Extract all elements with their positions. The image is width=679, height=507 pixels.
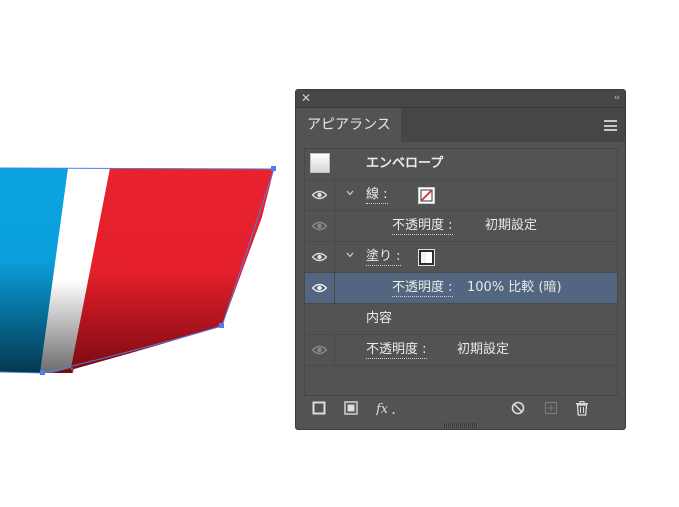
opacity-value: 初期設定 — [485, 218, 538, 233]
add-stroke-icon[interactable] — [312, 401, 326, 415]
appearance-list: エンベロープ 線 : 不透明度 : 初期設定 塗り: 不透明度: 100% … — [304, 148, 618, 396]
eye-icon[interactable] — [312, 345, 327, 355]
close-icon[interactable]: ✕ — [301, 91, 311, 105]
content-opacity-label[interactable]: 不透明度 : — [366, 342, 427, 359]
anchor-point[interactable] — [219, 323, 224, 328]
panel-titlebar[interactable]: ✕ ‹‹ — [296, 90, 625, 108]
envelope-thumbnail — [310, 153, 330, 173]
fill-opacity-value: 100% 比較 (暗) — [467, 280, 562, 295]
envelope-label: エンベロープ — [366, 156, 444, 171]
stroke-label[interactable]: 線 : — [366, 187, 388, 204]
fill-row[interactable]: 塗り : — [305, 242, 617, 273]
fill-label[interactable]: 塗り : — [366, 249, 401, 266]
content-opacity-row[interactable]: 不透明度 : 初期設定 — [305, 335, 617, 366]
chevron-down-icon[interactable] — [345, 188, 355, 198]
eye-icon[interactable] — [312, 190, 327, 200]
fill-opacity-row[interactable]: 不透明度 : 100% 比較 (暗) — [305, 273, 617, 304]
duplicate-item-icon — [545, 402, 557, 414]
appearance-panel: ✕ ‹‹ アピアランス エンベロープ 線 : 不透明度: 初期設定 塗り: … — [295, 89, 626, 430]
add-fill-icon[interactable] — [344, 401, 358, 415]
tab-appearance[interactable]: アピアランス — [296, 108, 401, 142]
resize-grip[interactable] — [444, 423, 478, 428]
panel-menu-icon[interactable] — [604, 120, 617, 131]
stroke-swatch[interactable] — [418, 187, 435, 204]
fill-swatch[interactable] — [418, 249, 435, 266]
eye-icon[interactable] — [312, 221, 327, 231]
clear-appearance-icon[interactable] — [511, 401, 525, 415]
panel-tabstrip: アピアランス — [296, 108, 625, 142]
chevron-down-icon[interactable] — [345, 250, 355, 260]
contents-label: 内容 — [366, 311, 393, 326]
collapse-icon[interactable]: ‹‹ — [614, 91, 620, 105]
eye-icon[interactable] — [312, 283, 327, 293]
stroke-opacity-row[interactable]: 不透明度 : 初期設定 — [305, 211, 617, 242]
fx-icon[interactable]: fx — [376, 401, 396, 417]
envelope-row[interactable]: エンベロープ — [305, 149, 617, 180]
opacity-label[interactable]: 不透明度 : — [392, 280, 453, 297]
svg-text:fx: fx — [376, 402, 389, 417]
opacity-label[interactable]: 不透明度 : — [392, 218, 453, 235]
panel-bottom-toolbar: fx — [296, 395, 625, 423]
stroke-row[interactable]: 線 : — [305, 180, 617, 211]
eye-icon[interactable] — [312, 252, 327, 262]
delete-item-icon[interactable] — [575, 401, 589, 416]
content-opacity-value: 初期設定 — [457, 342, 510, 357]
envelope-artwork[interactable] — [0, 166, 276, 375]
contents-row[interactable]: 内容 — [305, 304, 617, 335]
anchor-point[interactable] — [40, 370, 45, 375]
anchor-point[interactable] — [271, 166, 276, 171]
